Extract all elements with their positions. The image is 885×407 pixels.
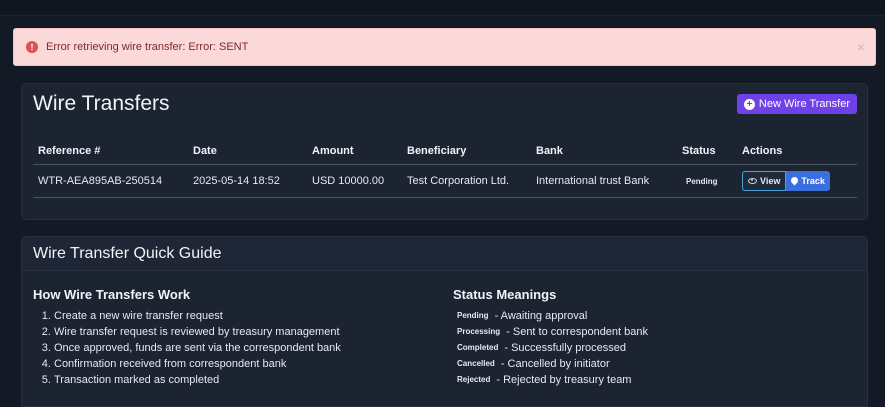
status-meaning-item: Pending - Awaiting approval [453, 308, 853, 324]
top-navbar [0, 0, 885, 16]
status-badge: Pending [686, 176, 718, 186]
status-description: - Cancelled by initiator [500, 358, 610, 370]
view-button[interactable]: View [742, 170, 787, 191]
map-pin-icon [789, 175, 800, 186]
table-row: WTR-AEA895AB-250514 2025-05-14 18:52 USD… [33, 164, 857, 198]
cell-bank: International trust Bank [531, 164, 677, 198]
cell-status: Pending [677, 164, 737, 198]
status-badge: Pending [457, 311, 489, 320]
status-description: - Rejected by treasury team [496, 374, 632, 386]
alert-message: Error retrieving wire transfer: Error: S… [46, 41, 249, 53]
status-badge: Completed [457, 343, 499, 352]
list-item: Create a new wire transfer request [54, 308, 433, 324]
new-wire-transfer-label: New Wire Transfer [758, 98, 850, 110]
status-badge: Processing [457, 327, 501, 336]
list-item: Wire transfer request is reviewed by tre… [54, 324, 433, 340]
track-button[interactable]: Track [786, 170, 830, 191]
status-badge: Rejected [457, 375, 491, 384]
cell-amount: USD 10000.00 [307, 164, 402, 198]
how-it-works-section: How Wire Transfers Work Create a new wir… [33, 287, 433, 388]
status-description: - Successfully processed [504, 342, 627, 354]
status-meanings-title: Status Meanings [453, 287, 557, 302]
error-alert: ! Error retrieving wire transfer: Error:… [13, 28, 876, 66]
status-meaning-item: Processing - Sent to correspondent bank [453, 324, 853, 340]
how-it-works-title: How Wire Transfers Work [33, 287, 191, 302]
table-header-row: Reference # Date Amount Beneficiary Bank… [33, 139, 857, 165]
new-wire-transfer-button[interactable]: + New Wire Transfer [736, 94, 857, 114]
cell-reference: WTR-AEA895AB-250514 [33, 164, 188, 198]
close-icon[interactable]: × [857, 39, 865, 55]
view-label: View [760, 175, 781, 186]
column-amount: Amount [307, 139, 402, 165]
list-item: Confirmation received from correspondent… [54, 356, 433, 372]
eye-icon [748, 177, 757, 184]
plus-circle-icon: + [743, 98, 755, 110]
status-meaning-item: Completed - Successfully processed [453, 340, 853, 356]
status-description: - Awaiting approval [494, 310, 588, 322]
list-item: Transaction marked as completed [54, 372, 433, 388]
error-icon: ! [26, 41, 38, 53]
quick-guide-card: Wire Transfer Quick Guide How Wire Trans… [21, 236, 868, 407]
column-bank: Bank [531, 139, 677, 165]
status-meaning-item: Cancelled - Cancelled by initiator [453, 356, 853, 372]
column-beneficiary: Beneficiary [402, 139, 531, 165]
cell-actions: View Track [737, 164, 857, 198]
status-meanings-section: Status Meanings Pending - Awaiting appro… [453, 287, 853, 388]
row-actions: View Track [742, 170, 857, 191]
cell-date: 2025-05-14 18:52 [188, 164, 307, 198]
wire-transfers-card: Wire Transfers + New Wire Transfer Refer… [21, 83, 868, 220]
column-date: Date [188, 139, 307, 165]
status-meaning-item: Rejected - Rejected by treasury team [453, 372, 853, 388]
steps-list: Create a new wire transfer request Wire … [33, 308, 433, 388]
status-description: - Sent to correspondent bank [506, 326, 649, 338]
list-item: Once approved, funds are sent via the co… [54, 340, 433, 356]
column-status: Status [677, 139, 737, 165]
status-badge: Cancelled [457, 359, 495, 368]
cell-beneficiary: Test Corporation Ltd. [402, 164, 531, 198]
column-reference: Reference # [33, 139, 188, 165]
transfers-table: Reference # Date Amount Beneficiary Bank… [33, 139, 857, 198]
column-actions: Actions [737, 139, 857, 165]
track-label: Track [801, 175, 825, 186]
quick-guide-title: Wire Transfer Quick Guide [33, 245, 222, 262]
page-title: Wire Transfers [33, 92, 170, 115]
